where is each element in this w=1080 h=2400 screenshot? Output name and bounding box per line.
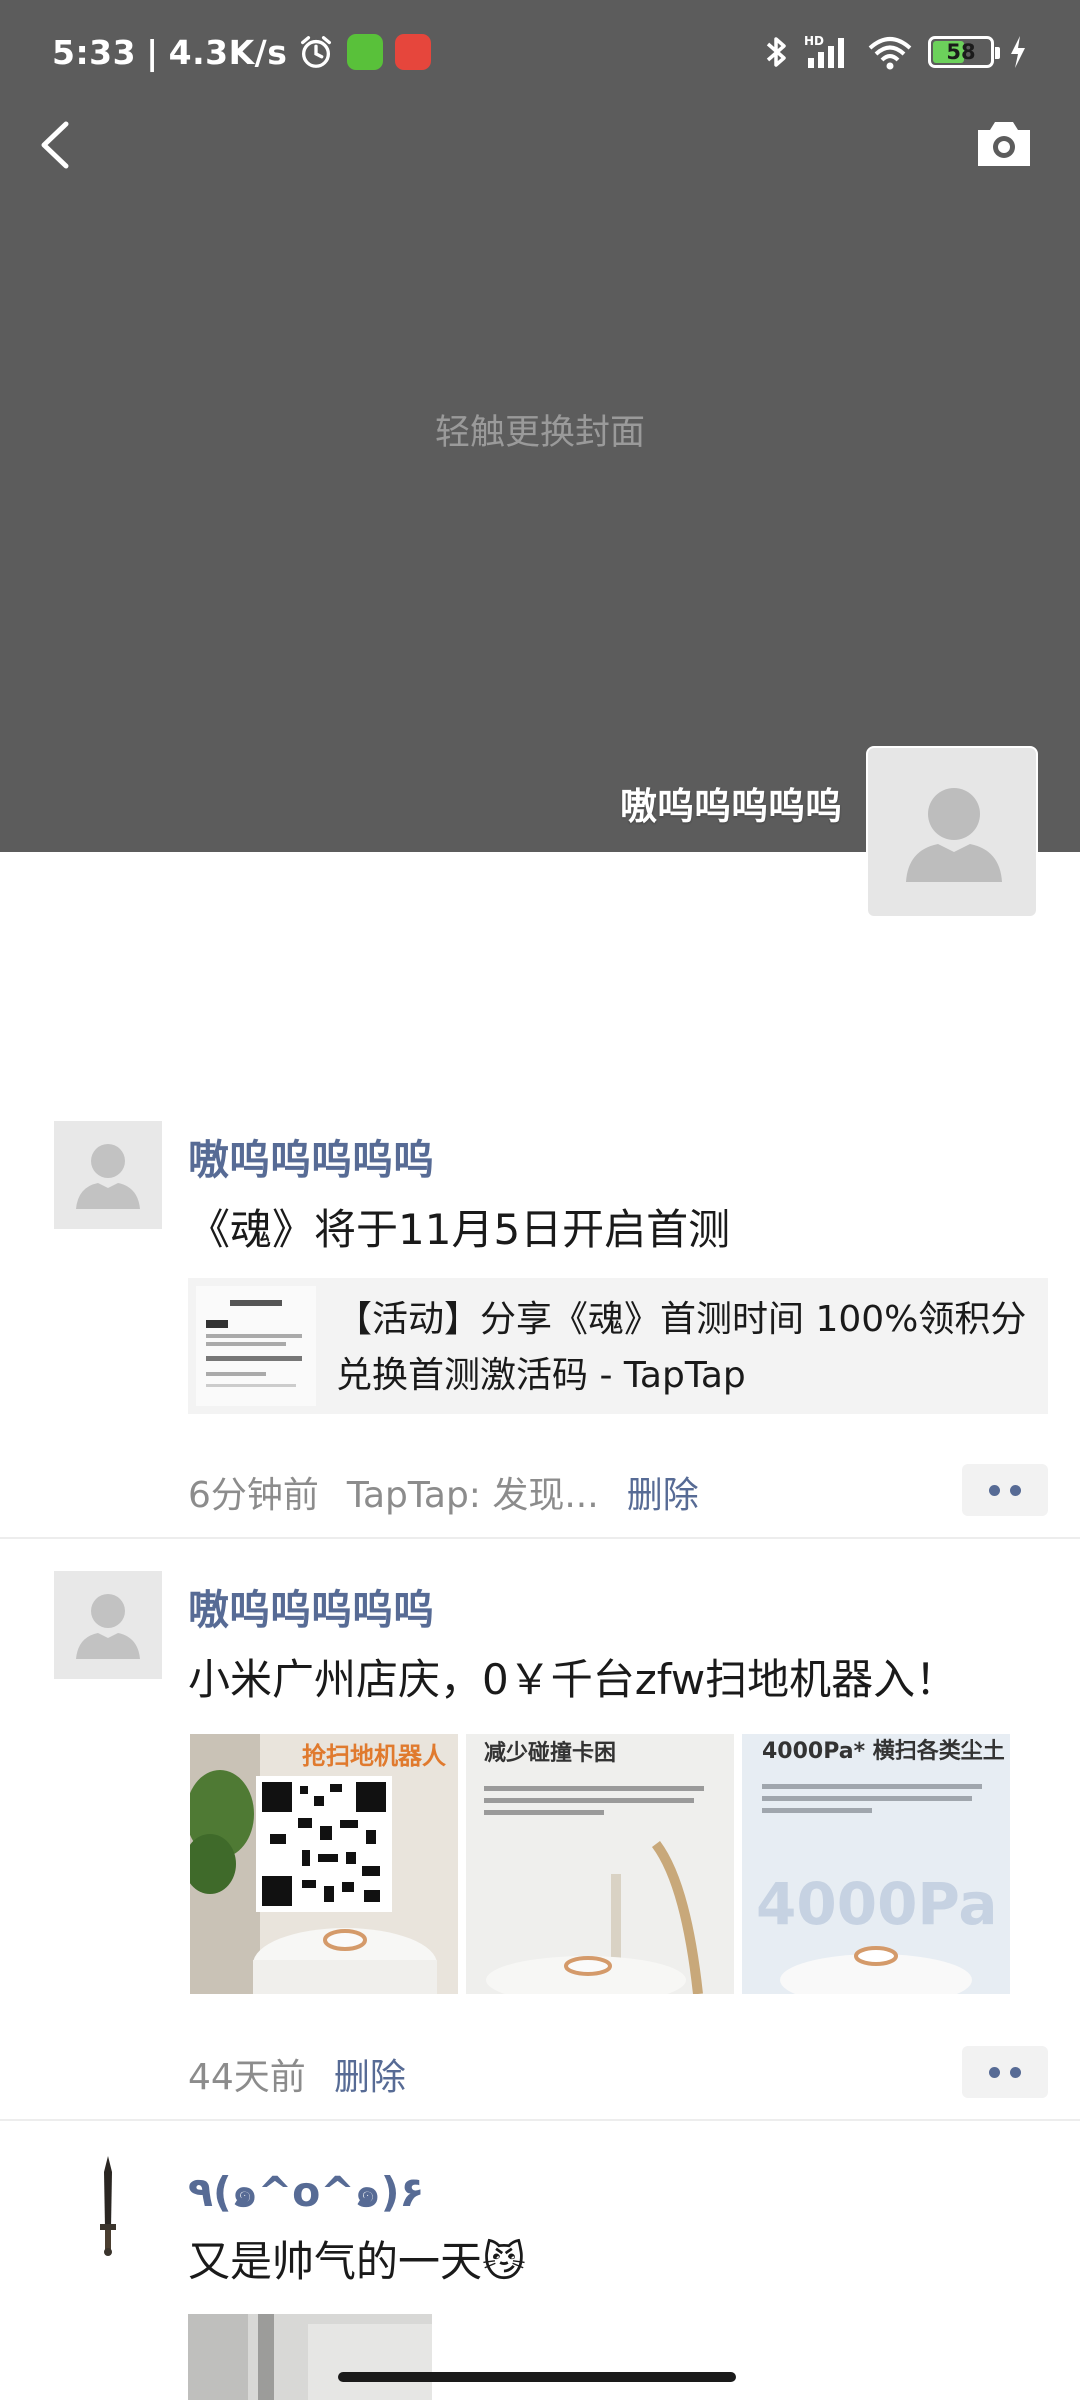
status-left: 5:33 | 4.3K/s	[52, 28, 432, 76]
dot-icon	[1010, 1484, 1021, 1496]
dot-icon	[989, 1484, 1000, 1496]
photo-grid: 抢扫地机器人 减少碰撞卡困 4000Pa* 横扫各类尘土 4000Pa	[190, 1734, 1010, 1994]
post-author[interactable]: ٩(๑^o^๑)۶	[188, 2160, 424, 2225]
alarm-icon	[301, 36, 332, 68]
photo-watermark: 4000Pa	[756, 1870, 998, 1938]
profile-avatar[interactable]	[866, 746, 1038, 918]
home-indicator[interactable]	[338, 2372, 736, 2382]
sword-avatar-icon	[54, 2152, 162, 2260]
post-divider	[0, 1537, 1080, 1539]
photo-thumbnail[interactable]: 抢扫地机器人	[190, 1734, 458, 1994]
battery-level: 58	[946, 40, 976, 64]
network-speed: 4.3K/s	[168, 32, 288, 72]
link-title: 【活动】分享《魂》首测时间 100%领积分兑换首测激活码 - TapTap	[336, 1299, 1027, 1396]
status-right: HD 58	[764, 28, 1028, 76]
post-source[interactable]: TapTap: 发现...	[347, 1466, 599, 1518]
default-avatar-icon	[906, 788, 1002, 882]
link-thumbnail-image	[196, 1286, 316, 1406]
link-card[interactable]: 【活动】分享《魂》首测时间 100%领积分兑换首测激活码 - TapTap	[188, 1278, 1048, 1414]
post-text: 《魂》将于11月5日开启首测	[188, 1205, 731, 1254]
post-author[interactable]: 嗷呜呜呜呜呜	[188, 1126, 434, 1186]
dot-icon	[989, 2066, 1000, 2078]
bluetooth-icon	[766, 37, 786, 67]
app-badge-red	[395, 34, 432, 70]
photo-caption: 4000Pa* 横扫各类尘土	[762, 1738, 1005, 1764]
more-options-button[interactable]	[962, 1464, 1048, 1516]
photo-image	[188, 2314, 432, 2400]
camera-icon[interactable]	[974, 118, 1034, 170]
post-text: 又是帅气的一天😼	[188, 2237, 526, 2286]
photo-image: 抢扫地机器人	[190, 1734, 458, 1994]
cellular-signal-icon: HD	[804, 34, 844, 68]
post-author[interactable]: 嗷呜呜呜呜呜	[188, 1576, 434, 1636]
link-thumbnail	[196, 1286, 316, 1406]
chevron-left-icon[interactable]	[30, 112, 80, 178]
post-time: 6分钟前	[188, 1475, 319, 1516]
cover-hint[interactable]: 轻触更换封面	[0, 404, 1080, 455]
delete-button[interactable]: 删除	[334, 2048, 406, 2100]
post-meta: 6分钟前 TapTap: 发现... 删除	[188, 1466, 699, 1518]
status-time: 5:33	[52, 32, 137, 72]
svg-text:HD: HD	[804, 34, 824, 48]
dot-icon	[1010, 2066, 1021, 2078]
status-separator: |	[146, 32, 159, 72]
photo-caption: 减少碰撞卡困	[484, 1740, 616, 1766]
photo-thumbnail[interactable]: 减少碰撞卡困	[466, 1734, 734, 1994]
post-avatar[interactable]	[54, 1571, 162, 1679]
status-bar: 5:33 | 4.3K/s HD 58	[0, 0, 1080, 104]
delete-button[interactable]: 删除	[627, 1466, 699, 1518]
post-avatar[interactable]	[54, 1121, 162, 1229]
post-divider	[0, 2119, 1080, 2121]
wifi-icon	[868, 37, 912, 70]
photo-caption: 抢扫地机器人	[302, 1742, 446, 1770]
battery-tip	[995, 47, 1000, 59]
photo-thumbnail[interactable]	[188, 2314, 432, 2400]
default-avatar-icon	[76, 1594, 140, 1659]
charging-icon	[1011, 36, 1025, 68]
post-text: 小米广州店庆，0￥千台zfw扫地机器入！	[188, 1655, 958, 1704]
cover-image[interactable]: 5:33 | 4.3K/s HD 58 轻触更换封面	[0, 0, 1080, 852]
battery-icon: 58	[928, 36, 1000, 68]
default-avatar-icon	[76, 1144, 140, 1209]
post-avatar[interactable]	[54, 2152, 162, 2260]
post-meta: 44天前 删除	[188, 2048, 406, 2100]
photo-image: 减少碰撞卡困	[466, 1734, 734, 1994]
app-badge-green	[347, 34, 384, 70]
moments-screen: 5:33 | 4.3K/s HD 58 轻触更换封面 嗷呜呜呜呜呜 嗷呜呜呜呜呜…	[0, 0, 1080, 2400]
photo-thumbnail[interactable]: 4000Pa* 横扫各类尘土 4000Pa	[742, 1734, 1010, 1994]
more-options-button[interactable]	[962, 2046, 1048, 2098]
photo-image: 4000Pa* 横扫各类尘土 4000Pa	[742, 1734, 1010, 1994]
post-time: 44天前	[188, 2057, 306, 2098]
profile-name: 嗷呜呜呜呜呜	[620, 785, 842, 828]
